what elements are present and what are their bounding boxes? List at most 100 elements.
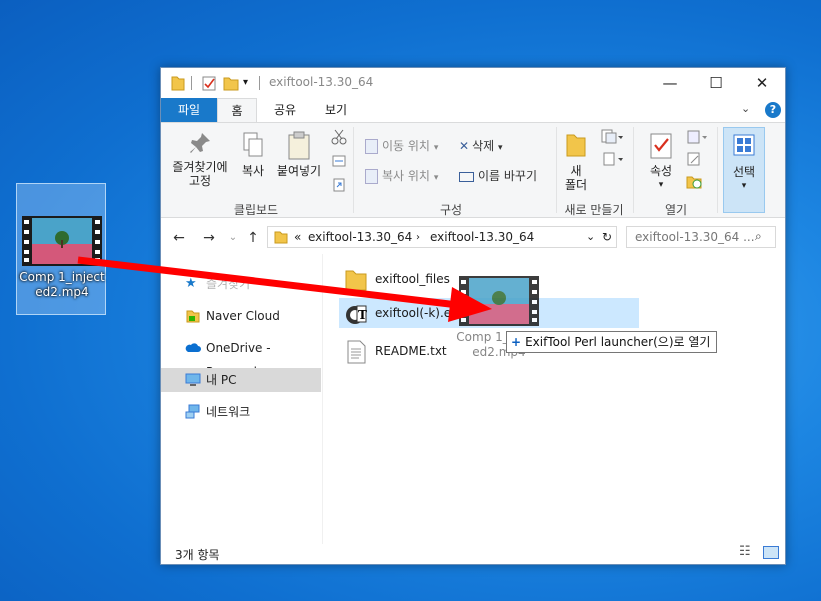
rename-button[interactable]: 이름 바꾸기 [459,167,537,185]
nav-item-this-pc[interactable]: 내 PC [161,368,321,392]
move-to-button[interactable]: 이동 위치 ▾ [365,137,438,155]
qa-divider [259,76,260,90]
properties-check-icon[interactable] [201,74,217,92]
navigation-bar: ← → ⌄ ↑ « exiftool-13.30_64 › exiftool-1… [161,224,785,252]
copy-button[interactable]: 복사 [235,131,271,178]
delete-x-icon: ✕ [459,139,470,153]
nav-item-quick-access[interactable]: ★ 즐겨찾기 [161,272,321,296]
open-icon[interactable] [686,129,708,145]
search-input[interactable]: exiftool-13.30_64 ... [635,230,755,244]
paste-shortcut-icon[interactable] [331,177,347,193]
properties-button[interactable]: 속성 ▾ [641,131,681,192]
new-folder-qa-icon[interactable] [223,74,239,92]
select-button[interactable]: 선택 ▾ [723,127,765,213]
delete-label: 삭제 [472,139,495,153]
move-to-icon [365,139,378,154]
ribbon-separator [633,127,634,213]
copy-icon [243,132,263,157]
pin-label: 즐겨찾기에 고정 [172,160,228,188]
move-to-label: 이동 위치 [382,139,430,153]
ribbon-separator [717,127,718,213]
breadcrumb-item[interactable]: exiftool-13.30_64 [430,230,534,244]
new-folder-button[interactable]: 새 폴더 [561,131,591,192]
open-group-label: 열기 [664,203,688,217]
cut-icon[interactable] [331,129,347,145]
qa-divider [191,76,192,90]
back-button[interactable]: ← [169,228,189,248]
network-icon [185,404,200,419]
close-button[interactable]: ✕ [739,68,785,98]
address-dropdown-icon[interactable]: ⌄ [586,230,595,243]
new-item-icon[interactable] [601,129,623,145]
minimize-button[interactable]: — [647,68,693,98]
ribbon-tabs: 파일 홈 공유 보기 ⌄ ? [161,98,785,123]
paste-button[interactable]: 붙여넣기 [273,131,325,178]
computer-icon [185,373,201,386]
customize-qa-chevron-icon[interactable]: ▾ [243,74,255,92]
clipboard-icon [288,131,310,160]
text-file-icon [347,340,366,364]
up-button[interactable]: ↑ [243,228,263,248]
help-icon[interactable]: ? [765,102,781,118]
ribbon-separator [556,127,557,213]
forward-button[interactable]: → [199,228,219,248]
new-folder-label: 새 폴더 [564,164,588,192]
pin-icon [190,133,210,153]
title-bar[interactable]: ▾ exiftool-13.30_64 — ☐ ✕ [161,68,785,98]
new-folder-icon [566,134,586,157]
copy-to-icon [365,169,378,184]
breadcrumb-item[interactable]: exiftool-13.30_64 [308,230,412,244]
nav-label: 즐겨찾기 [206,277,251,291]
new-group-label: 새로 만들기 [564,203,624,217]
naver-cloud-icon [186,310,200,323]
ribbon: 즐겨찾기에 고정 복사 붙여넣기 클립보드 이동 위치 ▾ 복사 위치 ▾ ✕ 삭… [161,122,785,218]
history-icon[interactable] [686,173,702,189]
breadcrumb-chevron-icon[interactable]: › [416,232,420,243]
breadcrumb-overflow[interactable]: « [294,230,301,244]
address-bar[interactable]: « exiftool-13.30_64 › exiftool-13.30_64 … [267,226,617,248]
navigation-pane: ★ 즐겨찾기 Naver Cloud OneDrive - Personal 내… [161,254,321,544]
organize-group-label: 구성 [439,203,463,217]
tab-file[interactable]: 파일 [161,98,217,122]
copy-label: 복사 [241,164,265,178]
file-name: exiftool(-k).exe [375,306,466,320]
refresh-icon[interactable]: ↻ [602,230,612,244]
properties-label: 속성 [649,164,673,178]
pin-quick-access-button[interactable]: 즐겨찾기에 고정 [167,131,233,188]
nav-item-network[interactable]: 네트워크 [161,400,321,424]
details-view-icon[interactable]: ☷ [739,544,751,559]
edit-icon[interactable] [686,151,702,167]
tab-share[interactable]: 공유 [265,98,305,122]
file-name: exiftool_files [375,272,450,286]
maximize-button[interactable]: ☐ [693,68,739,98]
folder-icon [345,270,367,291]
large-icons-view-icon[interactable] [763,546,779,559]
tab-view[interactable]: 보기 [313,98,359,122]
expand-ribbon-chevron-icon[interactable]: ⌄ [741,102,750,115]
select-chevron-icon: ▾ [741,181,747,191]
select-label: 선택 [732,165,756,179]
drag-ghost: Comp 1_injected2.mp4 [455,272,542,377]
pane-divider[interactable] [322,254,323,544]
copy-to-button[interactable]: 복사 위치 ▾ [365,167,438,185]
ribbon-separator [353,127,354,213]
select-grid-icon [733,134,755,156]
copy-path-icon[interactable] [331,153,347,169]
recent-locations-chevron-icon[interactable]: ⌄ [223,228,243,248]
easy-access-icon[interactable] [601,151,623,167]
paste-label: 붙여넣기 [276,164,322,178]
exiftool-camera-icon: T [346,305,367,324]
plus-icon: + [511,335,522,349]
nav-label: Naver Cloud [206,309,280,323]
window-title: exiftool-13.30_64 [269,75,374,89]
item-count: 3개 항목 [175,548,220,562]
video-thumbnail-icon [459,276,539,326]
copy-to-label: 복사 위치 [382,169,430,183]
desktop-icon-label: Comp 1_injected2.mp4 [19,270,105,299]
desktop-icon-video[interactable]: Comp 1_injected2.mp4 [16,183,106,315]
tab-home[interactable]: 홈 [217,98,257,123]
delete-button[interactable]: ✕ 삭제 ▾ [459,137,503,155]
nav-item-naver-cloud[interactable]: Naver Cloud [161,304,321,328]
search-box[interactable]: exiftool-13.30_64 ... ⌕ [626,226,776,248]
nav-item-onedrive[interactable]: OneDrive - Personal [161,336,321,379]
